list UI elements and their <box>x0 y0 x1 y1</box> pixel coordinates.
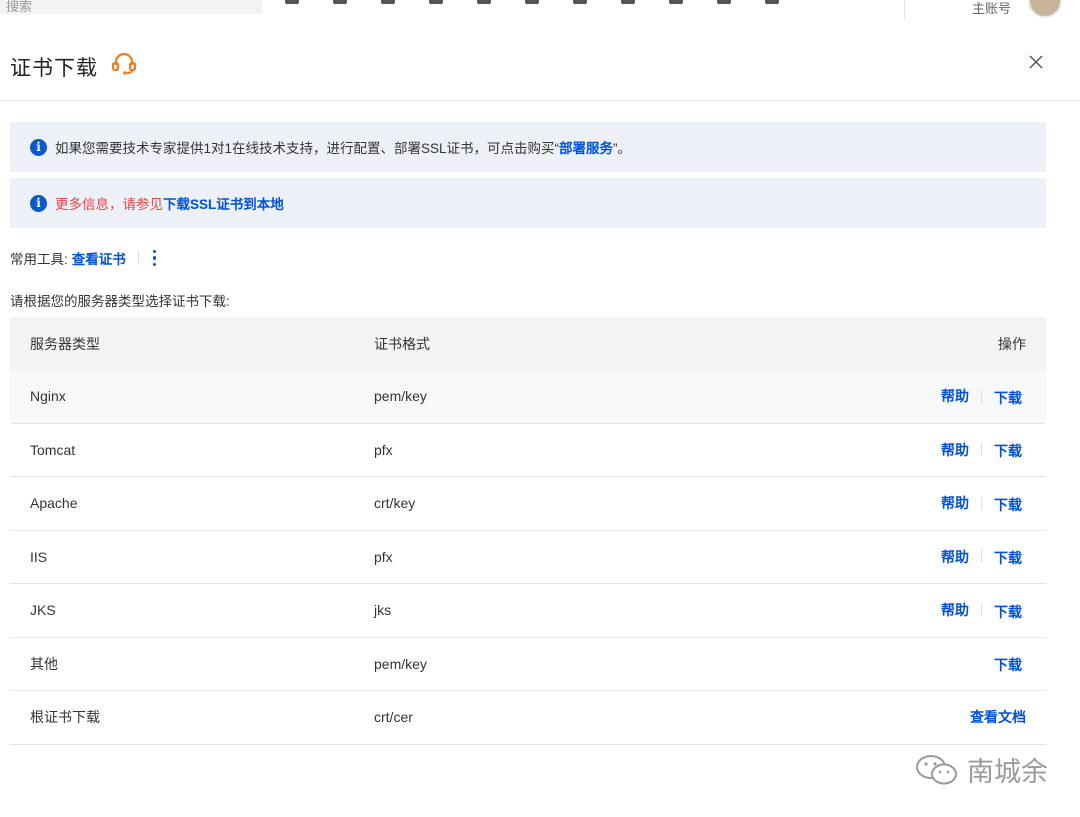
action-divider <box>981 496 982 510</box>
more-options-icon[interactable] <box>152 249 157 267</box>
row-actions: 帮助 下载 <box>824 545 1046 568</box>
nav-icon[interactable] <box>333 0 347 4</box>
row-actions: 帮助 下载 <box>824 492 1046 515</box>
nav-icon[interactable] <box>285 0 299 4</box>
info-icon: i <box>30 194 47 212</box>
top-navbar: 搜索 主账号 <box>0 0 1080 20</box>
help-link[interactable]: 帮助 <box>941 547 969 567</box>
cert-format: crt/cer <box>374 709 413 726</box>
nav-icon[interactable] <box>477 0 491 4</box>
help-link[interactable]: 帮助 <box>941 600 969 620</box>
table-row: Apache crt/key 帮助 下载 <box>10 477 1046 531</box>
deploy-service-link[interactable]: 部署服务 <box>559 137 613 157</box>
view-certificate-link[interactable]: 查看证书 <box>72 248 126 268</box>
row-actions: 帮助 下载 <box>824 438 1046 461</box>
notice-text-end: ”。 <box>613 141 632 156</box>
server-type: Nginx <box>30 388 66 405</box>
help-link[interactable]: 帮助 <box>941 493 969 513</box>
close-icon[interactable] <box>1026 52 1046 72</box>
action-divider <box>981 443 982 457</box>
notice-red-text: 更多信息，请参见 <box>55 197 163 212</box>
view-docs-link[interactable]: 查看文档 <box>970 707 1026 727</box>
notice-deploy-service: i 如果您需要技术专家提供1对1在线技术支持，进行配置、部署SSL证书，可点击购… <box>10 122 1046 172</box>
table-row: 其他 pem/key 下载 <box>10 638 1046 691</box>
download-ssl-doc-link[interactable]: 下载SSL证书到本地 <box>163 193 284 213</box>
action-divider <box>981 550 982 564</box>
server-type: Tomcat <box>30 441 76 458</box>
row-actions: 下载 <box>824 652 1046 675</box>
nav-icon[interactable] <box>573 0 587 4</box>
nav-icon[interactable] <box>525 0 539 4</box>
cert-format: crt/key <box>374 495 416 512</box>
nav-icon[interactable] <box>669 0 683 4</box>
download-link[interactable]: 下载 <box>994 548 1022 568</box>
table-row: Nginx pem/key 帮助 下载 <box>10 370 1046 424</box>
cert-format: pem/key <box>374 655 427 672</box>
server-type: 根证书下载 <box>30 709 100 726</box>
table-header: 服务器类型 证书格式 操作 <box>10 317 1046 370</box>
search-input[interactable]: 搜索 <box>0 0 262 14</box>
action-divider <box>981 389 982 403</box>
watermark: 南城余 <box>913 750 1048 789</box>
download-link[interactable]: 下载 <box>994 495 1022 515</box>
header-actions: 操作 <box>998 335 1026 352</box>
row-actions: 帮助 下载 <box>824 385 1046 408</box>
info-icon: i <box>30 138 47 156</box>
nav-icon[interactable] <box>429 0 443 4</box>
tools-label: 常用工具: <box>10 252 68 267</box>
nav-icon[interactable] <box>765 0 779 4</box>
certificate-download-table: 服务器类型 证书格式 操作 Nginx pem/key 帮助 下载 Tomcat… <box>10 317 1046 745</box>
server-type: 其他 <box>30 655 58 672</box>
cert-format: pfx <box>374 441 393 458</box>
server-type: IIS <box>30 548 48 565</box>
action-divider <box>981 603 982 617</box>
navbar-divider <box>904 0 905 20</box>
avatar[interactable] <box>1028 0 1062 18</box>
page-title: 证书下载 <box>10 57 98 80</box>
server-type: Apache <box>30 495 78 512</box>
notice-text: 如果您需要技术专家提供1对1在线技术支持，进行配置、部署SSL证书，可点击购买“ <box>55 141 560 156</box>
nav-icon[interactable] <box>717 0 731 4</box>
wechat-icon <box>916 754 957 784</box>
notice-more-info: i 更多信息，请参见 下载SSL证书到本地 <box>10 178 1046 228</box>
cert-format: pem/key <box>374 388 427 405</box>
download-link[interactable]: 下载 <box>994 602 1022 622</box>
table-instruction: 请根据您的服务器类型选择证书下载: <box>10 294 230 309</box>
table-row: JKS jks 帮助 下载 <box>10 584 1046 638</box>
account-label[interactable]: 主账号 <box>972 0 1011 17</box>
tools-divider <box>137 251 139 265</box>
dialog-header: 证书下载 <box>0 28 1080 101</box>
download-link[interactable]: 下载 <box>994 441 1022 461</box>
server-type: JKS <box>30 602 56 619</box>
help-link[interactable]: 帮助 <box>941 440 969 460</box>
nav-icon[interactable] <box>621 0 635 4</box>
cert-format: pfx <box>374 548 393 565</box>
table-row: 根证书下载 crt/cer 查看文档 <box>10 691 1046 745</box>
header-server-type: 服务器类型 <box>30 335 100 352</box>
common-tools: 常用工具: 查看证书 <box>10 248 157 268</box>
download-link[interactable]: 下载 <box>994 655 1022 675</box>
table-row: IIS pfx 帮助 下载 <box>10 531 1046 584</box>
cert-format: jks <box>374 602 392 619</box>
headset-support-icon[interactable] <box>111 52 137 76</box>
download-link[interactable]: 下载 <box>994 388 1022 408</box>
row-actions: 帮助 下载 <box>824 599 1046 622</box>
table-row: Tomcat pfx 帮助 下载 <box>10 424 1046 477</box>
header-cert-format: 证书格式 <box>374 335 430 352</box>
help-link[interactable]: 帮助 <box>941 386 969 406</box>
navbar-icons <box>285 0 779 10</box>
row-actions: 查看文档 <box>824 707 1046 727</box>
watermark-text: 南城余 <box>967 757 1048 787</box>
nav-icon[interactable] <box>381 0 395 4</box>
